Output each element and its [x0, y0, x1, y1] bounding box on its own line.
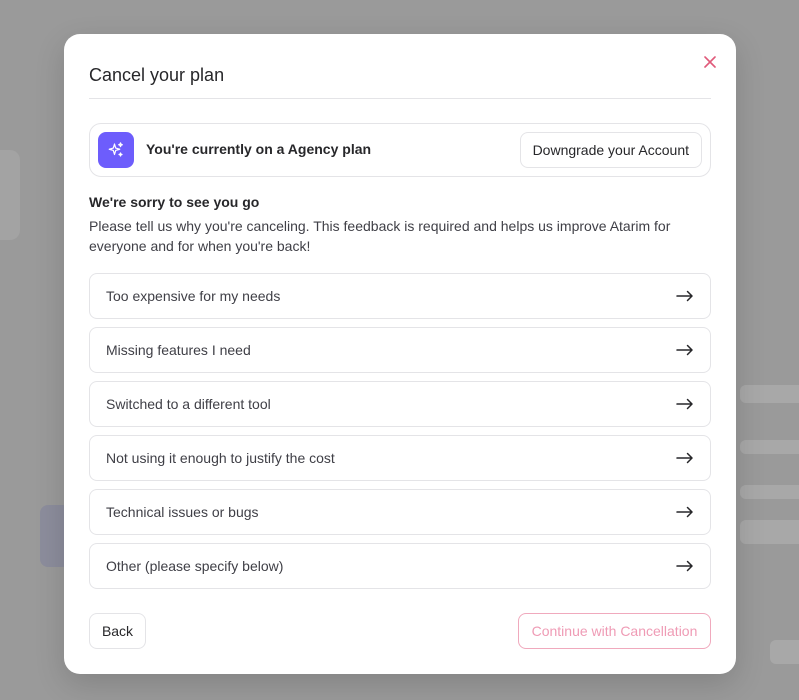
arrow-right-icon	[676, 290, 693, 302]
current-plan-banner: You're currently on a Agency plan Downgr…	[89, 123, 711, 177]
reason-option-technical-issues[interactable]: Technical issues or bugs	[89, 489, 711, 535]
arrow-right-icon	[676, 344, 693, 356]
feedback-title: We're sorry to see you go	[89, 194, 260, 210]
reason-label: Not using it enough to justify the cost	[106, 450, 335, 466]
cancellation-reasons-list: Too expensive for my needs Missing featu…	[89, 273, 711, 597]
close-button[interactable]	[700, 52, 720, 72]
arrow-right-icon	[676, 452, 693, 464]
current-plan-text: You're currently on a Agency plan	[146, 141, 372, 157]
close-icon	[704, 56, 716, 68]
feedback-description: Please tell us why you're canceling. Thi…	[89, 218, 671, 254]
reason-label: Switched to a different tool	[106, 396, 271, 412]
arrow-right-icon	[676, 398, 693, 410]
arrow-right-icon	[676, 506, 693, 518]
reason-label: Too expensive for my needs	[106, 288, 281, 304]
title-divider	[89, 98, 711, 99]
reason-option-switched-tool[interactable]: Switched to a different tool	[89, 381, 711, 427]
continue-cancellation-button[interactable]: Continue with Cancellation	[518, 613, 711, 649]
reason-option-too-expensive[interactable]: Too expensive for my needs	[89, 273, 711, 319]
reason-label: Technical issues or bugs	[106, 504, 259, 520]
reason-option-missing-features[interactable]: Missing features I need	[89, 327, 711, 373]
plan-icon-badge	[98, 132, 134, 168]
cancel-plan-dialog: Cancel your plan You're currently on a A…	[64, 34, 736, 674]
dialog-title: Cancel your plan	[89, 65, 225, 85]
reason-option-other[interactable]: Other (please specify below)	[89, 543, 711, 589]
reason-label: Other (please specify below)	[106, 558, 284, 574]
arrow-right-icon	[676, 560, 693, 572]
reason-label: Missing features I need	[106, 342, 251, 358]
back-button[interactable]: Back	[89, 613, 146, 649]
downgrade-account-button[interactable]: Downgrade your Account	[519, 132, 702, 168]
reason-option-not-using-enough[interactable]: Not using it enough to justify the cost	[89, 435, 711, 481]
sparkles-icon	[108, 142, 123, 157]
